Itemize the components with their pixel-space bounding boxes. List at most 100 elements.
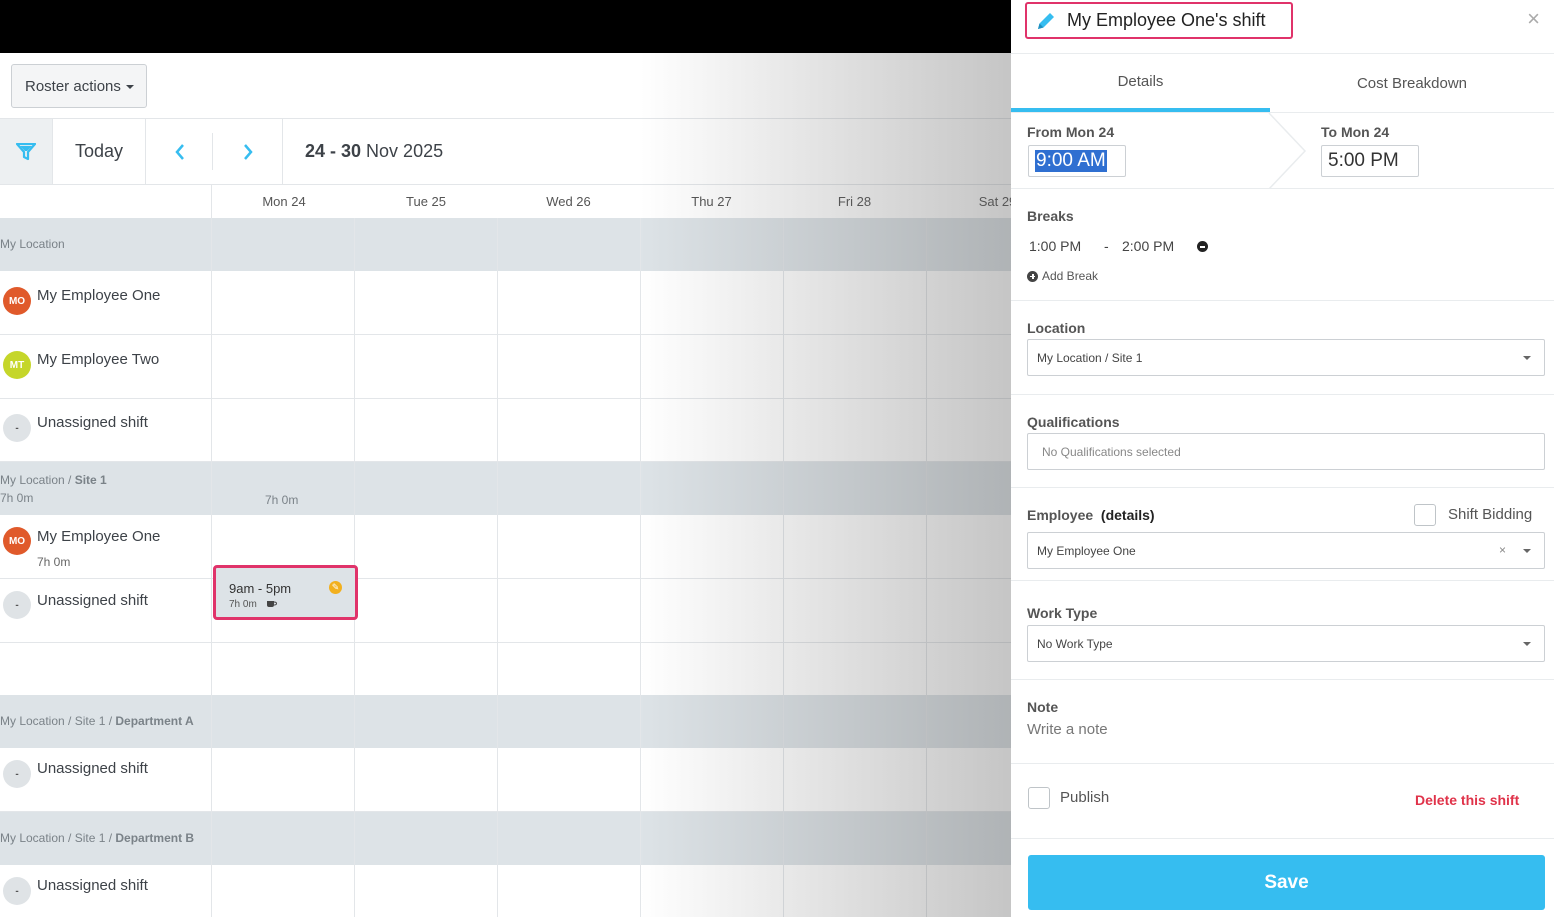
roster-row[interactable]: - Unassigned shift bbox=[0, 748, 1011, 812]
remove-break-icon[interactable] bbox=[1197, 241, 1208, 252]
group-label-bold: Department A bbox=[115, 714, 194, 728]
note-section: Note Write a note bbox=[1011, 680, 1554, 764]
dropdown-caret-icon bbox=[1523, 356, 1531, 360]
employee-section: Employee (details) Shift Bidding My Empl… bbox=[1011, 488, 1554, 581]
employee-name: My Employee One bbox=[37, 528, 161, 545]
avatar: MT bbox=[3, 351, 31, 379]
day-header-wed: Wed 26 bbox=[546, 194, 591, 209]
roster-row[interactable]: - Unassigned shift bbox=[0, 399, 1011, 462]
day-header-tue: Tue 25 bbox=[406, 194, 446, 209]
break-end[interactable]: 2:00 PM bbox=[1122, 238, 1174, 254]
qualifications-placeholder: No Qualifications selected bbox=[1042, 444, 1181, 459]
shift-bidding-label: Shift Bidding bbox=[1448, 506, 1533, 523]
roster-row[interactable]: - Unassigned shift bbox=[0, 579, 1011, 643]
location-section: Location My Location / Site 1 bbox=[1011, 301, 1554, 395]
grid-line bbox=[211, 185, 212, 917]
breaks-section: Breaks 1:00 PM - 2:00 PM Add Break bbox=[1011, 189, 1554, 301]
location-select[interactable]: My Location / Site 1 bbox=[1027, 339, 1545, 376]
chevron-left-icon bbox=[174, 143, 184, 160]
avatar: - bbox=[3, 877, 31, 905]
roster-view: Roster actions Today 24 - 30 Nov 2025 Mo… bbox=[0, 53, 1011, 917]
note-input[interactable]: Write a note bbox=[1027, 721, 1108, 738]
group-row-site-1: My Location / Site 1 7h 0m 7h 0m bbox=[0, 462, 1011, 515]
shift-time: 9am - 5pm bbox=[229, 581, 292, 596]
employee-name: My Employee Two bbox=[37, 351, 160, 368]
qualifications-input[interactable]: No Qualifications selected bbox=[1027, 433, 1545, 470]
avatar: MO bbox=[3, 287, 31, 315]
group-hours: 7h 0m bbox=[0, 491, 34, 505]
add-break-label: Add Break bbox=[1042, 269, 1099, 283]
tab-details[interactable]: Details bbox=[1011, 54, 1270, 112]
arrow-divider bbox=[1268, 113, 1307, 189]
shift-card[interactable]: 9am - 5pm 7h 0m ✎ bbox=[213, 565, 358, 620]
work-type-select[interactable]: No Work Type bbox=[1027, 625, 1545, 662]
dropdown-caret-icon bbox=[1523, 642, 1531, 646]
next-week-button[interactable] bbox=[213, 119, 283, 184]
employee-details-link[interactable]: (details) bbox=[1101, 507, 1155, 523]
group-label: My Location / Site 1 / Department B bbox=[0, 831, 194, 845]
publish-checkbox[interactable] bbox=[1028, 787, 1050, 809]
delete-shift-link[interactable]: Delete this shift bbox=[1415, 792, 1519, 808]
group-label-text: My Location / Site 1 / bbox=[0, 831, 116, 845]
employee-name: Unassigned shift bbox=[37, 592, 148, 609]
roster-row[interactable]: MO My Employee One 7h 0m bbox=[0, 515, 1011, 579]
work-type-section: Work Type No Work Type bbox=[1011, 581, 1554, 680]
chevron-right-icon bbox=[243, 143, 253, 160]
today-button[interactable]: Today bbox=[53, 119, 146, 184]
save-button[interactable]: Save bbox=[1028, 855, 1545, 910]
work-type-value: No Work Type bbox=[1037, 636, 1113, 651]
clear-icon[interactable]: × bbox=[1499, 543, 1506, 557]
work-type-label: Work Type bbox=[1027, 605, 1098, 621]
employee-value: My Employee One bbox=[1037, 543, 1136, 558]
start-time-value: 9:00 AM bbox=[1035, 150, 1107, 172]
date-range-days: 24 - 30 bbox=[305, 141, 362, 161]
group-row-department-a: My Location / Site 1 / Department A bbox=[0, 695, 1011, 748]
employee-label-text: Employee bbox=[1027, 507, 1094, 523]
roster-actions-button[interactable]: Roster actions bbox=[11, 64, 147, 108]
roster-row[interactable]: MO My Employee One bbox=[0, 271, 1011, 335]
shift-bidding-checkbox[interactable] bbox=[1414, 504, 1436, 526]
break-dash: - bbox=[1104, 238, 1109, 254]
grid-line bbox=[640, 218, 641, 917]
start-time-input[interactable]: 9:00 AM bbox=[1028, 145, 1126, 177]
filter-button[interactable] bbox=[0, 119, 53, 184]
day-header-sat: Sat 29 bbox=[978, 194, 1011, 209]
day-header-thu: Thu 27 bbox=[691, 194, 732, 209]
qualifications-section: Qualifications No Qualifications selecte… bbox=[1011, 395, 1554, 488]
day-total-hours: 7h 0m bbox=[265, 493, 299, 507]
publish-label: Publish bbox=[1060, 789, 1110, 806]
roster-row[interactable]: MT My Employee Two bbox=[0, 335, 1011, 399]
group-label-text: My Location / bbox=[0, 473, 75, 487]
date-range: 24 - 30 Nov 2025 bbox=[305, 119, 443, 184]
roster-actions-label: Roster actions bbox=[25, 77, 121, 95]
group-label-bold: Department B bbox=[115, 831, 195, 845]
shift-edit-panel: My Employee One's shift × Details Cost B… bbox=[1011, 0, 1554, 917]
day-header-mon: Mon 24 bbox=[262, 194, 306, 209]
location-value: My Location / Site 1 bbox=[1037, 350, 1143, 365]
avatar: - bbox=[3, 591, 31, 619]
grid-line bbox=[926, 218, 927, 917]
location-label: Location bbox=[1027, 320, 1086, 336]
previous-week-button[interactable] bbox=[146, 119, 213, 184]
day-header-fri: Fri 28 bbox=[837, 194, 872, 209]
plus-circle-icon bbox=[1027, 270, 1038, 282]
grid-line bbox=[783, 218, 784, 917]
panel-title-text: My Employee One's shift bbox=[1067, 10, 1266, 30]
break-start[interactable]: 1:00 PM bbox=[1029, 238, 1081, 254]
qualifications-label: Qualifications bbox=[1027, 414, 1120, 430]
tab-cost-breakdown[interactable]: Cost Breakdown bbox=[1270, 54, 1554, 112]
breaks-label: Breaks bbox=[1027, 208, 1074, 224]
close-icon[interactable]: × bbox=[1527, 6, 1540, 32]
employee-select[interactable]: My Employee One × bbox=[1027, 532, 1545, 569]
publish-section: Publish Delete this shift bbox=[1011, 764, 1554, 839]
end-time-input[interactable]: 5:00 PM bbox=[1321, 145, 1419, 177]
shift-duration-text: 7h 0m bbox=[229, 599, 257, 610]
coffee-cup-icon bbox=[266, 601, 277, 607]
filter-icon bbox=[16, 142, 36, 160]
group-row-location: My Location bbox=[0, 218, 1011, 271]
add-break-button[interactable]: Add Break bbox=[1027, 269, 1098, 283]
employee-name: Unassigned shift bbox=[37, 760, 148, 777]
group-label: My Location bbox=[0, 237, 65, 251]
avatar: - bbox=[3, 760, 31, 788]
roster-row[interactable]: - Unassigned shift bbox=[0, 865, 1011, 917]
